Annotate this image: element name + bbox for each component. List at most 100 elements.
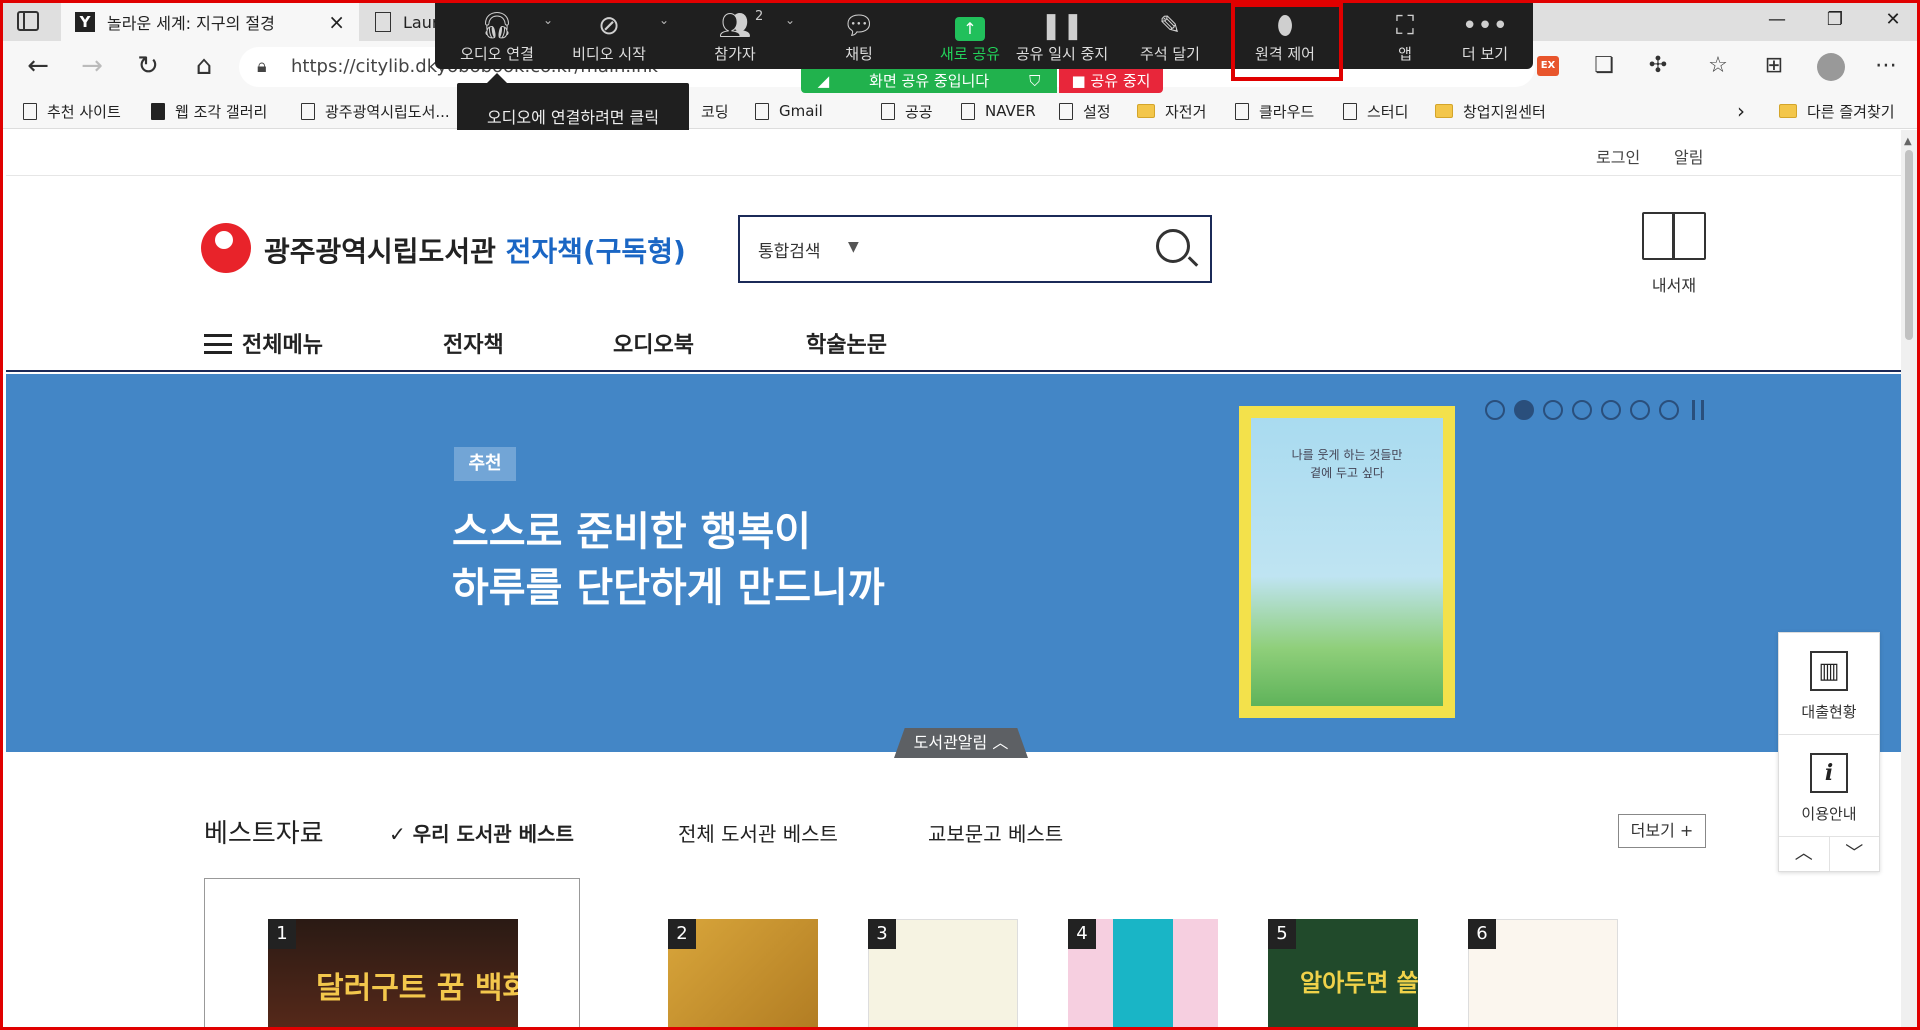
chevron-up-icon[interactable]: ︿ — [1779, 837, 1830, 871]
bookmark-item[interactable]: 광주광역시립도서... — [301, 98, 450, 124]
settings-more-icon[interactable]: ⋯ — [1871, 53, 1901, 78]
minimize-icon[interactable]: — — [1765, 9, 1789, 30]
best-book-3[interactable]: 3 — [868, 919, 1018, 1027]
bookmark-item[interactable]: 다른 즐겨찾기 — [1779, 98, 1895, 124]
hero-line-1: 스스로 준비한 행복이 — [452, 509, 812, 555]
slide-dot[interactable] — [1514, 400, 1534, 420]
restore-icon[interactable]: ❐ — [1823, 9, 1847, 30]
my-library-button[interactable]: 내서재 — [1634, 212, 1714, 296]
bookmark-item[interactable]: NAVER — [961, 98, 1036, 124]
refresh-icon[interactable]: ↻ — [133, 51, 163, 81]
profile-avatar[interactable] — [1817, 53, 1845, 81]
pause-icon: ❚❚ — [1040, 11, 1084, 41]
library-logo-icon[interactable] — [201, 223, 251, 273]
home-icon[interactable]: ⌂ — [189, 51, 219, 81]
slide-dot[interactable] — [1630, 400, 1650, 420]
best-book-4[interactable]: 4 — [1068, 919, 1218, 1027]
more-button[interactable]: 더보기 + — [1618, 814, 1706, 848]
recommend-badge: 추천 — [454, 447, 516, 481]
bookmark-item[interactable]: 클라우드 — [1235, 98, 1314, 124]
bookmark-item[interactable]: 설정 — [1059, 98, 1111, 124]
bookmark-item[interactable]: 스터디 — [1343, 98, 1408, 124]
check-icon: ✓ — [389, 822, 406, 846]
hero-headline: 스스로 준비한 행복이 하루를 단단하게 만드니까 — [452, 504, 885, 616]
notice-link[interactable]: 알림 — [1674, 144, 1703, 168]
search-scope-select[interactable]: 통합검색 — [758, 237, 821, 262]
page-icon — [23, 102, 37, 120]
loan-status-button[interactable]: ▥ 대출현황 — [1779, 633, 1879, 735]
rank-badge: 5 — [1268, 919, 1296, 949]
chevron-down-icon[interactable]: ﹀ — [1830, 837, 1880, 871]
divider — [6, 175, 1901, 176]
quick-menu-arrows: ︿ ﹀ — [1779, 837, 1879, 871]
chevron-down-icon[interactable]: ⌄ — [543, 13, 553, 27]
bookmark-item[interactable]: 자전거 — [1137, 98, 1206, 124]
bookmark-item[interactable]: 추천 사이트 — [23, 98, 121, 124]
close-tab-icon[interactable]: × — [328, 10, 345, 34]
tab-actions-icon[interactable] — [17, 11, 39, 31]
bookmark-item[interactable]: 공공 — [881, 98, 933, 124]
bookmark-label: 공공 — [905, 102, 933, 121]
featured-book-cover[interactable]: 나를 웃게 하는 것들만 곁에 두고 싶다 — [1239, 406, 1455, 718]
nav-ebook[interactable]: 전자책 — [443, 327, 504, 359]
search-input[interactable] — [880, 231, 1140, 267]
tab-all-library-best[interactable]: 전체 도서관 베스트 — [678, 818, 838, 847]
best-book-1[interactable]: 1 달러구트 꿈 백화점 — [268, 919, 518, 1027]
more-button[interactable]: ••• 더 보기 — [1435, 3, 1535, 69]
collections-icon[interactable]: ❏ — [1589, 53, 1619, 78]
library-page: 로그인 알림 광주광역시립도서관 전자책(구독형) 통합검색 ▼ 내서재 전체메… — [6, 130, 1901, 1027]
page-scrollbar[interactable]: ▲ — [1901, 130, 1917, 1027]
nav-audiobook[interactable]: 오디오북 — [613, 327, 694, 359]
pause-icon[interactable] — [1692, 400, 1704, 420]
guide-button[interactable]: i 이용안내 — [1779, 735, 1879, 837]
bookmark-item[interactable]: 웹 조각 갤러리 — [151, 98, 267, 124]
chevron-down-icon[interactable]: ⌄ — [785, 13, 795, 27]
extension-icon[interactable]: EX — [1537, 56, 1559, 76]
page-icon — [1059, 102, 1073, 120]
slide-dot[interactable] — [1485, 400, 1505, 420]
best-book-2[interactable]: 2 — [668, 919, 818, 1027]
back-icon[interactable]: ← — [23, 51, 53, 81]
tab-kyobo-best[interactable]: 교보문고 베스트 — [928, 818, 1063, 847]
chat-button[interactable]: 💬︎ 채팅 — [809, 3, 909, 69]
all-menu-button[interactable]: 전체메뉴 — [204, 327, 323, 359]
nav-papers[interactable]: 학술논문 — [806, 327, 887, 359]
scroll-up-icon[interactable]: ▲ — [1904, 136, 1912, 147]
close-window-icon[interactable]: ✕ — [1881, 9, 1905, 30]
bookmark-item[interactable]: 코딩 — [701, 98, 729, 124]
participants-button[interactable]: 👥︎ 참가자 2 ⌄ — [685, 3, 795, 69]
slide-dot[interactable] — [1572, 400, 1592, 420]
scrollbar-thumb[interactable] — [1905, 150, 1913, 340]
remote-control-button[interactable]: ⬮ 원격 제어 — [1235, 3, 1335, 69]
annotate-button[interactable]: ✎ 주석 달기 — [1115, 3, 1225, 69]
chevron-down-icon[interactable]: ⌄ — [659, 13, 669, 27]
favorites-icon[interactable]: ☆ — [1703, 53, 1733, 78]
extensions-icon[interactable]: ✣ — [1643, 53, 1673, 78]
hero-banner[interactable]: 추천 스스로 준비한 행복이 하루를 단단하게 만드니까 나를 웃게 하는 것들… — [6, 374, 1901, 752]
tab-our-library-best[interactable]: ✓ 우리 도서관 베스트 — [389, 818, 574, 847]
site-title[interactable]: 광주광역시립도서관 전자책(구독형) — [264, 230, 686, 270]
pause-share-button[interactable]: ❚❚ 공유 일시 중지 — [1007, 3, 1117, 69]
slide-dot[interactable] — [1601, 400, 1621, 420]
slide-dot[interactable] — [1543, 400, 1563, 420]
forward-icon[interactable]: → — [77, 51, 107, 81]
tab-favicon: Y — [75, 12, 95, 32]
stop-share-button[interactable]: ■ 공유 중지 — [1059, 69, 1163, 93]
bookmark-label: NAVER — [985, 102, 1036, 120]
collections-add-icon[interactable]: ⊞ — [1759, 53, 1789, 78]
bookmark-item[interactable]: 창업지원센터 — [1435, 98, 1546, 124]
best-tab-label: 우리 도서관 베스트 — [412, 822, 574, 846]
notice-toggle-tab[interactable]: 도서관알림 ︿ — [894, 728, 1028, 758]
document-icon — [375, 12, 391, 32]
best-book-5[interactable]: 5 알아두면 쓸데있는 — [1268, 919, 1418, 1027]
login-link[interactable]: 로그인 — [1596, 144, 1640, 168]
bookmark-item[interactable]: Gmail — [755, 98, 823, 124]
tab-nature[interactable]: Y 놀라운 세계: 지구의 절경 × — [61, 3, 359, 41]
slide-dot[interactable] — [1659, 400, 1679, 420]
bookmarks-overflow-icon[interactable]: › — [1737, 98, 1745, 124]
chevron-down-icon[interactable]: ▼ — [848, 239, 859, 255]
best-book-6[interactable]: 6 — [1468, 919, 1618, 1027]
video-start-button[interactable]: ⊘ 비디오 시작 ⌄ — [559, 3, 669, 69]
audio-connect-button[interactable]: 🎧︎ 오디오 연결 ⌄ — [447, 3, 553, 69]
search-icon[interactable] — [1156, 229, 1190, 263]
